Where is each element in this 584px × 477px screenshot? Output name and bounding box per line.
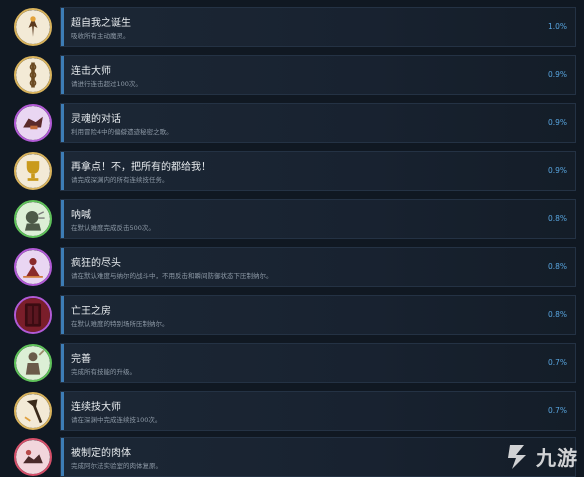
achievement-panel: 完善完成所有技能的升级。 0.7% [60, 343, 576, 383]
jiuyou-logo [508, 445, 526, 469]
unlock-percentage: 0.8% [547, 310, 567, 319]
achievement-panel: 呐喊在默认难度完成反击500次。 0.8% [60, 199, 576, 239]
achievement-row: 呐喊在默认难度完成反击500次。 0.8% [8, 197, 576, 241]
progress-bar [61, 104, 64, 142]
chain-icon [14, 56, 52, 94]
achievement-row: 超自我之诞生 吸收所有主动魔灵。 1.0% [8, 5, 576, 49]
achievement-row: 再拿点！不，把所有的都给我！ 请完成深渊内的所有连续技任务。 0.9% [8, 149, 576, 193]
achievement-description: 在默认难度完成反击500次。 [71, 224, 155, 232]
achievement-panel: 再拿点！不，把所有的都给我！ 请完成深渊内的所有连续技任务。 0.9% [60, 151, 576, 191]
unlock-percentage: 0.9% [547, 118, 567, 127]
achievement-title: 呐喊 [71, 210, 91, 221]
progress-bar [61, 152, 64, 190]
achievement-title: 完善 [71, 354, 91, 365]
achievement-title: 灵魂的对话 [71, 114, 121, 125]
axe-icon [14, 392, 52, 430]
achievement-row: 连击大师请进行连击超过100次。 0.9% [8, 53, 576, 97]
achievement-panel: 疯狂的尽头请在默认难度与纳尔的战斗中，不用反击和瞬间防御状态下压制纳尔。 0.8% [60, 247, 576, 287]
achievement-title: 连续技大师 [71, 402, 121, 413]
unlock-percentage: 0.8% [547, 262, 567, 271]
progress-bar [61, 56, 64, 94]
achievement-panel: 被制定的肉体完成阿尔法实验室的肉体复原。 [60, 437, 576, 477]
progress-bar [61, 8, 64, 46]
unlock-percentage: 0.7% [547, 406, 567, 415]
achievement-row: 灵魂的对话利用冒险4中的偏僻遗迹秘密之歌。 0.9% [8, 101, 576, 145]
shout-icon [14, 200, 52, 238]
unlock-percentage: 0.7% [547, 358, 567, 367]
progress-bar [61, 392, 64, 430]
warrior-icon [14, 344, 52, 382]
progress-bar [61, 438, 64, 476]
unlock-percentage: 0.9% [547, 166, 567, 175]
achievement-row: 疯狂的尽头请在默认难度与纳尔的战斗中，不用反击和瞬间防御状态下压制纳尔。 0.8% [8, 245, 576, 289]
achievement-panel: 亡王之房在默认难度的特别场所压制纳尔。 0.8% [60, 295, 576, 335]
achievement-description: 请在深渊中完成连续技100次。 [71, 416, 162, 424]
achievement-title: 再拿点！不，把所有的都给我！ [71, 162, 211, 173]
achievement-panel: 灵魂的对话利用冒险4中的偏僻遗迹秘密之歌。 0.9% [60, 103, 576, 143]
madness-icon [14, 248, 52, 286]
body-icon [14, 438, 52, 476]
achievement-row: 完善完成所有技能的升级。 0.7% [8, 341, 576, 385]
achievement-panel: 超自我之诞生 吸收所有主动魔灵。 1.0% [60, 7, 576, 47]
achievement-title: 亡王之房 [71, 306, 111, 317]
achievement-row: 被制定的肉体完成阿尔法实验室的肉体复原。 [8, 435, 576, 477]
hero-rising-icon [14, 8, 52, 46]
trophy-icon [14, 152, 52, 190]
achievement-description: 请完成深渊内的所有连续技任务。 [71, 176, 169, 184]
watermark-text: 九游 [536, 445, 578, 470]
achievement-description: 吸收所有主动魔灵。 [71, 32, 130, 40]
achievement-row: 连续技大师请在深渊中完成连续技100次。 0.7% [8, 389, 576, 433]
achievement-row: 亡王之房在默认难度的特别场所压制纳尔。 0.8% [8, 293, 576, 337]
achievement-panel: 连击大师请进行连击超过100次。 0.9% [60, 55, 576, 95]
unlock-percentage: 0.9% [547, 70, 567, 79]
unlock-percentage: 1.0% [547, 22, 567, 31]
achievement-description: 完成所有技能的升级。 [71, 368, 136, 376]
achievement-title: 超自我之诞生 [71, 18, 131, 29]
achievement-title: 连击大师 [71, 66, 111, 77]
achievement-description: 完成阿尔法实验室的肉体复原。 [71, 462, 162, 470]
achievement-description: 请在默认难度与纳尔的战斗中，不用反击和瞬间防御状态下压制纳尔。 [71, 272, 273, 280]
achievement-description: 请进行连击超过100次。 [71, 80, 142, 88]
watermark: 九游 [504, 441, 578, 471]
achievement-title: 被制定的肉体 [71, 448, 131, 459]
unlock-percentage: 0.8% [547, 214, 567, 223]
progress-bar [61, 200, 64, 238]
progress-bar [61, 296, 64, 334]
achievement-panel: 连续技大师请在深渊中完成连续技100次。 0.7% [60, 391, 576, 431]
achievement-title: 疯狂的尽头 [71, 258, 121, 269]
achievement-description: 在默认难度的特别场所压制纳尔。 [71, 320, 169, 328]
door-icon [14, 296, 52, 334]
progress-bar [61, 344, 64, 382]
soul-dialogue-icon [14, 104, 52, 142]
achievement-description: 利用冒险4中的偏僻遗迹秘密之歌。 [71, 128, 173, 136]
progress-bar [61, 248, 64, 286]
